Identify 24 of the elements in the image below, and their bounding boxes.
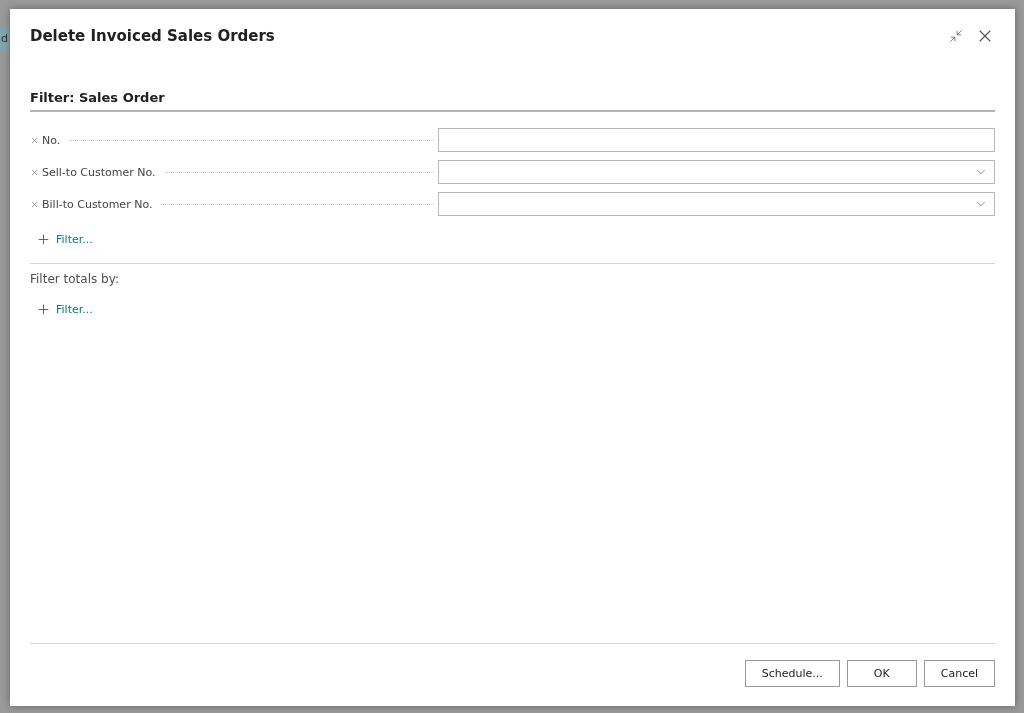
add-filter-link[interactable]: Filter... <box>30 232 93 247</box>
dialog-button[interactable]: OK <box>846 660 917 687</box>
field-label: Bill-to Customer No. <box>42 197 153 211</box>
dropdown-field[interactable] <box>438 160 995 184</box>
plus-icon <box>36 302 51 317</box>
collapse-icon <box>949 29 963 43</box>
field-label: Sell-to Customer No. <box>42 165 156 179</box>
remove-filter-button[interactable] <box>30 135 39 145</box>
dialog-button[interactable]: Schedule... <box>744 660 840 687</box>
remove-icon <box>30 167 39 177</box>
filter-totals-label: Filter totals by: <box>30 272 120 286</box>
input-field[interactable] <box>438 128 995 152</box>
collapse-button[interactable] <box>949 29 963 43</box>
plus-icon <box>36 232 51 247</box>
remove-filter-button[interactable] <box>30 199 39 209</box>
add-filter-link[interactable]: Filter... <box>30 302 93 317</box>
section-heading: Filter: Sales Order <box>30 90 995 112</box>
dialog-title: Delete Invoiced Sales Orders <box>30 27 275 45</box>
remove-icon <box>30 135 39 145</box>
remove-filter-button[interactable] <box>30 167 39 177</box>
dialog-button[interactable]: Cancel <box>923 660 995 687</box>
dropdown-field[interactable] <box>438 192 995 216</box>
field-label: No. <box>42 133 61 147</box>
remove-icon <box>30 199 39 209</box>
